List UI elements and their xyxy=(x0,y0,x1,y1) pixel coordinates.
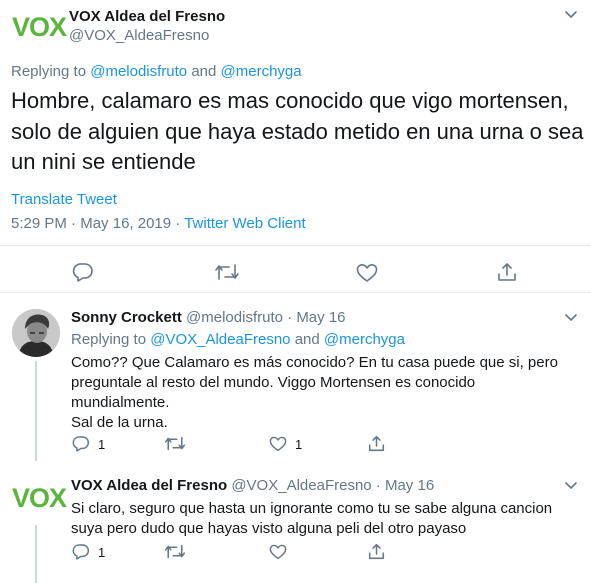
author-handle[interactable]: @VOX_AldeaFresno xyxy=(231,477,371,494)
client-link[interactable]: Twitter Web Client xyxy=(184,215,305,232)
thread-line xyxy=(35,525,37,583)
avatar[interactable]: VOX xyxy=(12,8,67,48)
retweet-icon[interactable] xyxy=(164,543,186,560)
mention-link[interactable]: @VOX_AldeaFresno xyxy=(150,331,290,348)
avatar[interactable]: VOX xyxy=(12,481,67,521)
replying-to-and: and xyxy=(294,331,320,348)
main-tweet: VOX VOX Aldea del Fresno @VOX_AldeaFresn… xyxy=(0,0,591,294)
vox-logo-text: VOX xyxy=(12,12,67,42)
meta-separator: · xyxy=(287,309,293,326)
reply-tweet[interactable]: Sonny Crockett @melodisfruto · May 16 Re… xyxy=(0,293,591,463)
reply-icon[interactable] xyxy=(72,435,90,452)
meta-separator: · xyxy=(375,477,381,494)
retweet-icon[interactable] xyxy=(164,435,186,452)
mention-link[interactable]: @melodisfruto xyxy=(90,63,187,80)
author-display-name[interactable]: Sonny Crockett xyxy=(71,309,182,326)
chevron-down-icon[interactable] xyxy=(564,481,578,491)
reply-header: Sonny Crockett @melodisfruto · May 16 xyxy=(71,309,346,326)
like-icon[interactable] xyxy=(269,436,287,452)
tweet-date[interactable]: May 16 xyxy=(296,309,345,326)
replying-to-label: Replying to xyxy=(11,63,87,80)
tweet-date[interactable]: May 16, 2019 xyxy=(80,215,171,232)
reply-icon[interactable] xyxy=(72,262,94,282)
author-display-name[interactable]: VOX Aldea del Fresno xyxy=(71,477,227,494)
thread-line xyxy=(35,361,37,461)
replying-to-label: Replying to xyxy=(71,331,147,348)
tweet-text: Como?? Que Calamaro es más conocido? En … xyxy=(71,353,581,433)
mention-link[interactable]: @merchyga xyxy=(324,331,405,348)
retweet-icon[interactable] xyxy=(214,262,240,282)
reply-header: VOX Aldea del Fresno @VOX_AldeaFresno · … xyxy=(71,477,434,494)
like-icon[interactable] xyxy=(269,544,287,560)
avatar[interactable] xyxy=(12,309,60,357)
tweet-date[interactable]: May 16 xyxy=(385,477,434,494)
tweet-text-line: preguntale al resto del mundo. Viggo Mor… xyxy=(71,374,476,391)
tweet-text: Si claro, seguro que hasta un ignorante … xyxy=(71,499,586,539)
tweet-time[interactable]: 5:29 PM xyxy=(11,215,67,232)
share-icon[interactable] xyxy=(368,435,385,452)
share-icon[interactable] xyxy=(497,262,517,282)
chevron-down-icon[interactable] xyxy=(564,313,578,323)
reply-icon[interactable] xyxy=(72,543,90,560)
tweet-text-line: Como?? Que Calamaro es más conocido? En … xyxy=(71,354,558,371)
translate-tweet-link[interactable]: Translate Tweet xyxy=(11,191,117,208)
author-display-name[interactable]: VOX Aldea del Fresno xyxy=(69,8,225,25)
chevron-down-icon[interactable] xyxy=(564,10,578,20)
replying-to-and: and xyxy=(191,63,217,80)
replying-to: Replying to @melodisfruto and @merchyga xyxy=(11,63,302,80)
vox-logo-text: VOX xyxy=(12,483,67,513)
tweet-text: Hombre, calamaro es mas conocido que vig… xyxy=(11,88,584,174)
avatar-photo xyxy=(12,309,60,357)
divider xyxy=(0,245,591,246)
tweet-text-line: Si claro, seguro que hasta un ignorante … xyxy=(71,500,553,517)
reply-count: 1 xyxy=(98,437,106,452)
author-handle[interactable]: @melodisfruto xyxy=(186,309,283,326)
like-icon[interactable] xyxy=(356,263,378,283)
author-handle[interactable]: @VOX_AldeaFresno xyxy=(69,27,209,44)
meta-separator: · xyxy=(175,215,181,232)
meta-separator: · xyxy=(71,215,77,232)
like-count: 1 xyxy=(295,437,303,452)
tweet-meta: 5:29 PM · May 16, 2019 · Twitter Web Cli… xyxy=(11,215,306,232)
tweet-text-line: suya pero dudo que hayas visto alguna pe… xyxy=(71,520,467,537)
tweet-text-line: Sal de la urna. xyxy=(71,414,168,431)
share-icon[interactable] xyxy=(368,543,385,560)
reply-tweet[interactable]: VOX VOX Aldea del Fresno @VOX_AldeaFresn… xyxy=(0,463,591,583)
tweet-text-line: mundialmente. xyxy=(71,394,170,411)
replying-to: Replying to @VOX_AldeaFresno and @merchy… xyxy=(71,331,405,348)
reply-count: 1 xyxy=(98,545,106,560)
mention-link[interactable]: @merchyga xyxy=(221,63,302,80)
